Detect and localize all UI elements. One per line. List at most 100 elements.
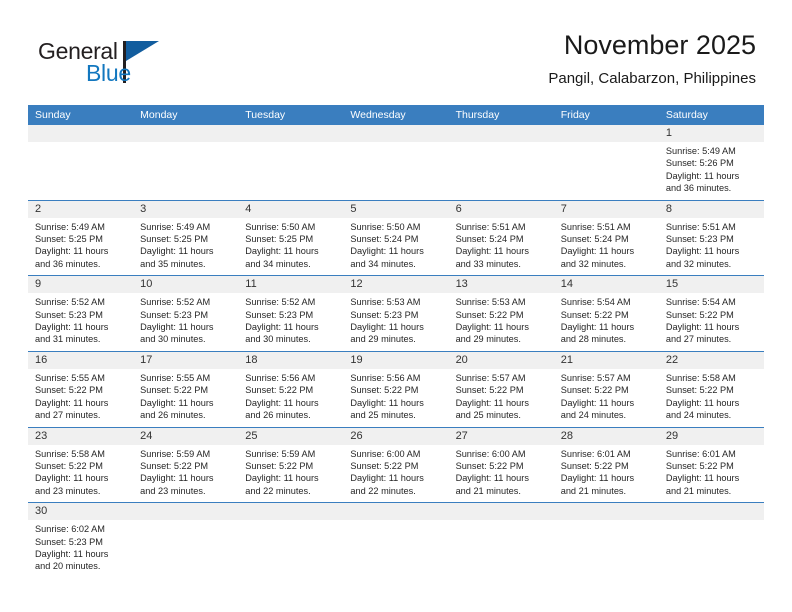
day-number[interactable]: 26 bbox=[343, 428, 448, 445]
day-cell[interactable]: Sunrise: 5:53 AM Sunset: 5:22 PM Daylight:… bbox=[449, 293, 554, 351]
day-info-line: Sunset: 5:22 PM bbox=[35, 460, 103, 471]
day-cell[interactable]: Sunrise: 5:59 AM Sunset: 5:22 PM Daylight:… bbox=[133, 445, 238, 503]
day-number-empty bbox=[133, 125, 238, 142]
day-info-line: Sunset: 5:24 PM bbox=[560, 234, 629, 245]
day-number[interactable]: 5 bbox=[343, 201, 448, 218]
day-number-empty bbox=[449, 503, 554, 520]
day-info-line: Sunrise: 5:57 AM bbox=[455, 372, 526, 383]
calendar-grid: Sunday Monday Tuesday Wednesday Thursday Frid… bbox=[28, 105, 764, 578]
day-number[interactable]: 12 bbox=[343, 276, 448, 293]
day-cell[interactable]: Sunrise: 5:53 AM Sunset: 5:23 PM Daylight:… bbox=[343, 293, 448, 351]
day-info-line: Sunrise: 5:58 AM bbox=[35, 448, 105, 459]
day-cell[interactable]: Sunrise: 5:51 AM Sunset: 5:23 PM Daylight:… bbox=[659, 218, 764, 276]
day-info-line: Daylight: 11 hours bbox=[665, 473, 740, 484]
day-number[interactable]: 9 bbox=[28, 276, 133, 293]
day-cell-empty bbox=[343, 142, 448, 200]
day-cell[interactable]: Sunrise: 6:00 AM Sunset: 5:22 PM Daylight:… bbox=[449, 445, 554, 503]
day-number[interactable]: 4 bbox=[238, 201, 343, 218]
day-cell[interactable]: Sunrise: 5:49 AM Sunset: 5:25 PM Daylight:… bbox=[133, 218, 238, 276]
day-number[interactable]: 29 bbox=[659, 428, 764, 445]
day-number[interactable]: 3 bbox=[133, 201, 238, 218]
day-number[interactable]: 27 bbox=[449, 428, 554, 445]
day-info-line: Daylight: 11 hours bbox=[560, 397, 635, 408]
day-info-line: Daylight: 11 hours bbox=[665, 397, 740, 408]
day-cell[interactable]: Sunrise: 6:02 AM Sunset: 5:23 PM Daylight:… bbox=[28, 520, 133, 578]
day-cell[interactable]: Sunrise: 6:01 AM Sunset: 5:22 PM Daylight:… bbox=[554, 445, 659, 503]
day-cell[interactable]: Sunrise: 5:58 AM Sunset: 5:22 PM Daylight:… bbox=[28, 445, 133, 503]
day-number[interactable]: 2 bbox=[28, 201, 133, 218]
day-cell-empty bbox=[554, 520, 659, 578]
day-info-line: Sunrise: 5:52 AM bbox=[35, 297, 105, 308]
day-number[interactable]: 14 bbox=[554, 276, 659, 293]
day-cell[interactable]: Sunrise: 5:56 AM Sunset: 5:22 PM Daylight:… bbox=[238, 369, 343, 427]
day-number[interactable]: 16 bbox=[28, 352, 133, 369]
day-number-empty bbox=[238, 125, 343, 142]
day-info-line: Daylight: 11 hours bbox=[35, 548, 109, 559]
page-subtitle: Pangil, Calabarzon, Philippines bbox=[548, 70, 756, 87]
day-number[interactable]: 7 bbox=[554, 201, 659, 218]
day-cell[interactable]: Sunrise: 5:54 AM Sunset: 5:22 PM Daylight:… bbox=[554, 293, 659, 351]
day-detail-band: Sunrise: 5:58 AM Sunset: 5:22 PM Daylight:… bbox=[28, 444, 764, 503]
day-number[interactable]: 28 bbox=[554, 428, 659, 445]
calendar-week-row: 23 24 25 26 27 28 29 Sunrise: 5:58 AM Sunset: 5:… bbox=[28, 426, 764, 503]
day-number[interactable]: 8 bbox=[659, 201, 764, 218]
day-number[interactable]: 10 bbox=[133, 276, 238, 293]
day-number[interactable]: 19 bbox=[343, 352, 448, 369]
weekday-header-friday: Friday bbox=[560, 109, 590, 121]
day-cell[interactable]: Sunrise: 5:54 AM Sunset: 5:22 PM Daylight:… bbox=[659, 293, 764, 351]
day-cell[interactable]: Sunrise: 5:52 AM Sunset: 5:23 PM Daylight:… bbox=[133, 293, 238, 351]
day-cell[interactable]: Sunrise: 5:49 AM Sunset: 5:26 PM Daylight:… bbox=[659, 142, 764, 200]
day-cell[interactable]: Sunrise: 5:55 AM Sunset: 5:22 PM Daylight:… bbox=[133, 369, 238, 427]
day-cell[interactable]: Sunrise: 5:52 AM Sunset: 5:23 PM Daylight:… bbox=[238, 293, 343, 351]
day-number[interactable]: 24 bbox=[133, 428, 238, 445]
day-cell[interactable]: Sunrise: 5:49 AM Sunset: 5:25 PM Daylight:… bbox=[28, 218, 133, 276]
day-number[interactable]: 15 bbox=[659, 276, 764, 293]
day-cell[interactable]: Sunrise: 5:51 AM Sunset: 5:24 PM Daylight:… bbox=[449, 218, 554, 276]
day-number[interactable]: 22 bbox=[659, 352, 764, 369]
day-cell[interactable]: Sunrise: 5:56 AM Sunset: 5:22 PM Daylight:… bbox=[343, 369, 448, 427]
day-cell[interactable]: Sunrise: 6:00 AM Sunset: 5:22 PM Daylight:… bbox=[343, 445, 448, 503]
day-number[interactable]: 25 bbox=[238, 428, 343, 445]
day-info-line: Sunset: 5:22 PM bbox=[35, 385, 103, 396]
day-info-line: Sunset: 5:25 PM bbox=[140, 234, 209, 245]
day-info-line: and 29 minutes. bbox=[350, 334, 416, 345]
day-number[interactable]: 11 bbox=[238, 276, 343, 293]
day-cell[interactable]: Sunrise: 5:50 AM Sunset: 5:24 PM Daylight:… bbox=[343, 218, 448, 276]
day-number[interactable]: 21 bbox=[554, 352, 659, 369]
day-info-line: and 25 minutes. bbox=[455, 410, 521, 421]
day-cell[interactable]: Sunrise: 5:55 AM Sunset: 5:22 PM Daylight:… bbox=[28, 369, 133, 427]
day-info-line: Daylight: 11 hours bbox=[35, 397, 109, 408]
day-info-line: and 21 minutes. bbox=[455, 485, 521, 496]
day-number[interactable]: 6 bbox=[449, 201, 554, 218]
day-cell[interactable]: Sunrise: 6:01 AM Sunset: 5:22 PM Daylight:… bbox=[659, 445, 764, 503]
day-number[interactable]: 23 bbox=[28, 428, 133, 445]
day-number[interactable]: 20 bbox=[449, 352, 554, 369]
day-info-line: and 33 minutes. bbox=[455, 258, 521, 269]
day-info-line: Sunset: 5:24 PM bbox=[455, 234, 524, 245]
day-info-line: Sunset: 5:22 PM bbox=[455, 385, 524, 396]
day-cell[interactable]: Sunrise: 5:57 AM Sunset: 5:22 PM Daylight:… bbox=[554, 369, 659, 427]
day-cell[interactable]: Sunrise: 5:50 AM Sunset: 5:25 PM Daylight:… bbox=[238, 218, 343, 276]
day-cell[interactable]: Sunrise: 5:51 AM Sunset: 5:24 PM Daylight:… bbox=[554, 218, 659, 276]
day-number[interactable]: 30 bbox=[28, 503, 133, 520]
day-cell[interactable]: Sunrise: 5:58 AM Sunset: 5:22 PM Daylight:… bbox=[659, 369, 764, 427]
day-cell[interactable]: Sunrise: 5:59 AM Sunset: 5:22 PM Daylight:… bbox=[238, 445, 343, 503]
day-info-line: Daylight: 11 hours bbox=[350, 322, 424, 333]
day-cell[interactable]: Sunrise: 5:57 AM Sunset: 5:22 PM Daylight:… bbox=[449, 369, 554, 427]
day-number[interactable]: 18 bbox=[238, 352, 343, 369]
day-info-line: Sunset: 5:22 PM bbox=[455, 460, 524, 471]
calendar-week-row: 30 Sunrise: 6:02 AM Sunset: 5:23 PM Dayligh… bbox=[28, 502, 764, 578]
day-number[interactable]: 17 bbox=[133, 352, 238, 369]
day-info-line: and 21 minutes. bbox=[665, 485, 732, 496]
calendar-weeks: 1 Sunrise: 5:49 AM Sunset: 5:26 PM Daylight… bbox=[28, 125, 764, 578]
day-number[interactable]: 13 bbox=[449, 276, 554, 293]
day-number-empty bbox=[343, 125, 448, 142]
day-info-line: Sunrise: 5:52 AM bbox=[245, 297, 316, 308]
day-number-band: 2345678 bbox=[28, 200, 764, 218]
weekday-header-row: Sunday Monday Tuesday Wednesday Thursday Frid… bbox=[28, 105, 764, 125]
day-detail-band: Sunrise: 5:49 AM Sunset: 5:26 PM Daylight:… bbox=[28, 142, 764, 200]
day-cell[interactable]: Sunrise: 5:52 AM Sunset: 5:23 PM Daylight:… bbox=[28, 293, 133, 351]
day-info-line: Sunset: 5:22 PM bbox=[560, 385, 629, 396]
day-number[interactable]: 1 bbox=[659, 125, 764, 142]
day-info-line: Sunrise: 6:00 AM bbox=[350, 448, 421, 459]
